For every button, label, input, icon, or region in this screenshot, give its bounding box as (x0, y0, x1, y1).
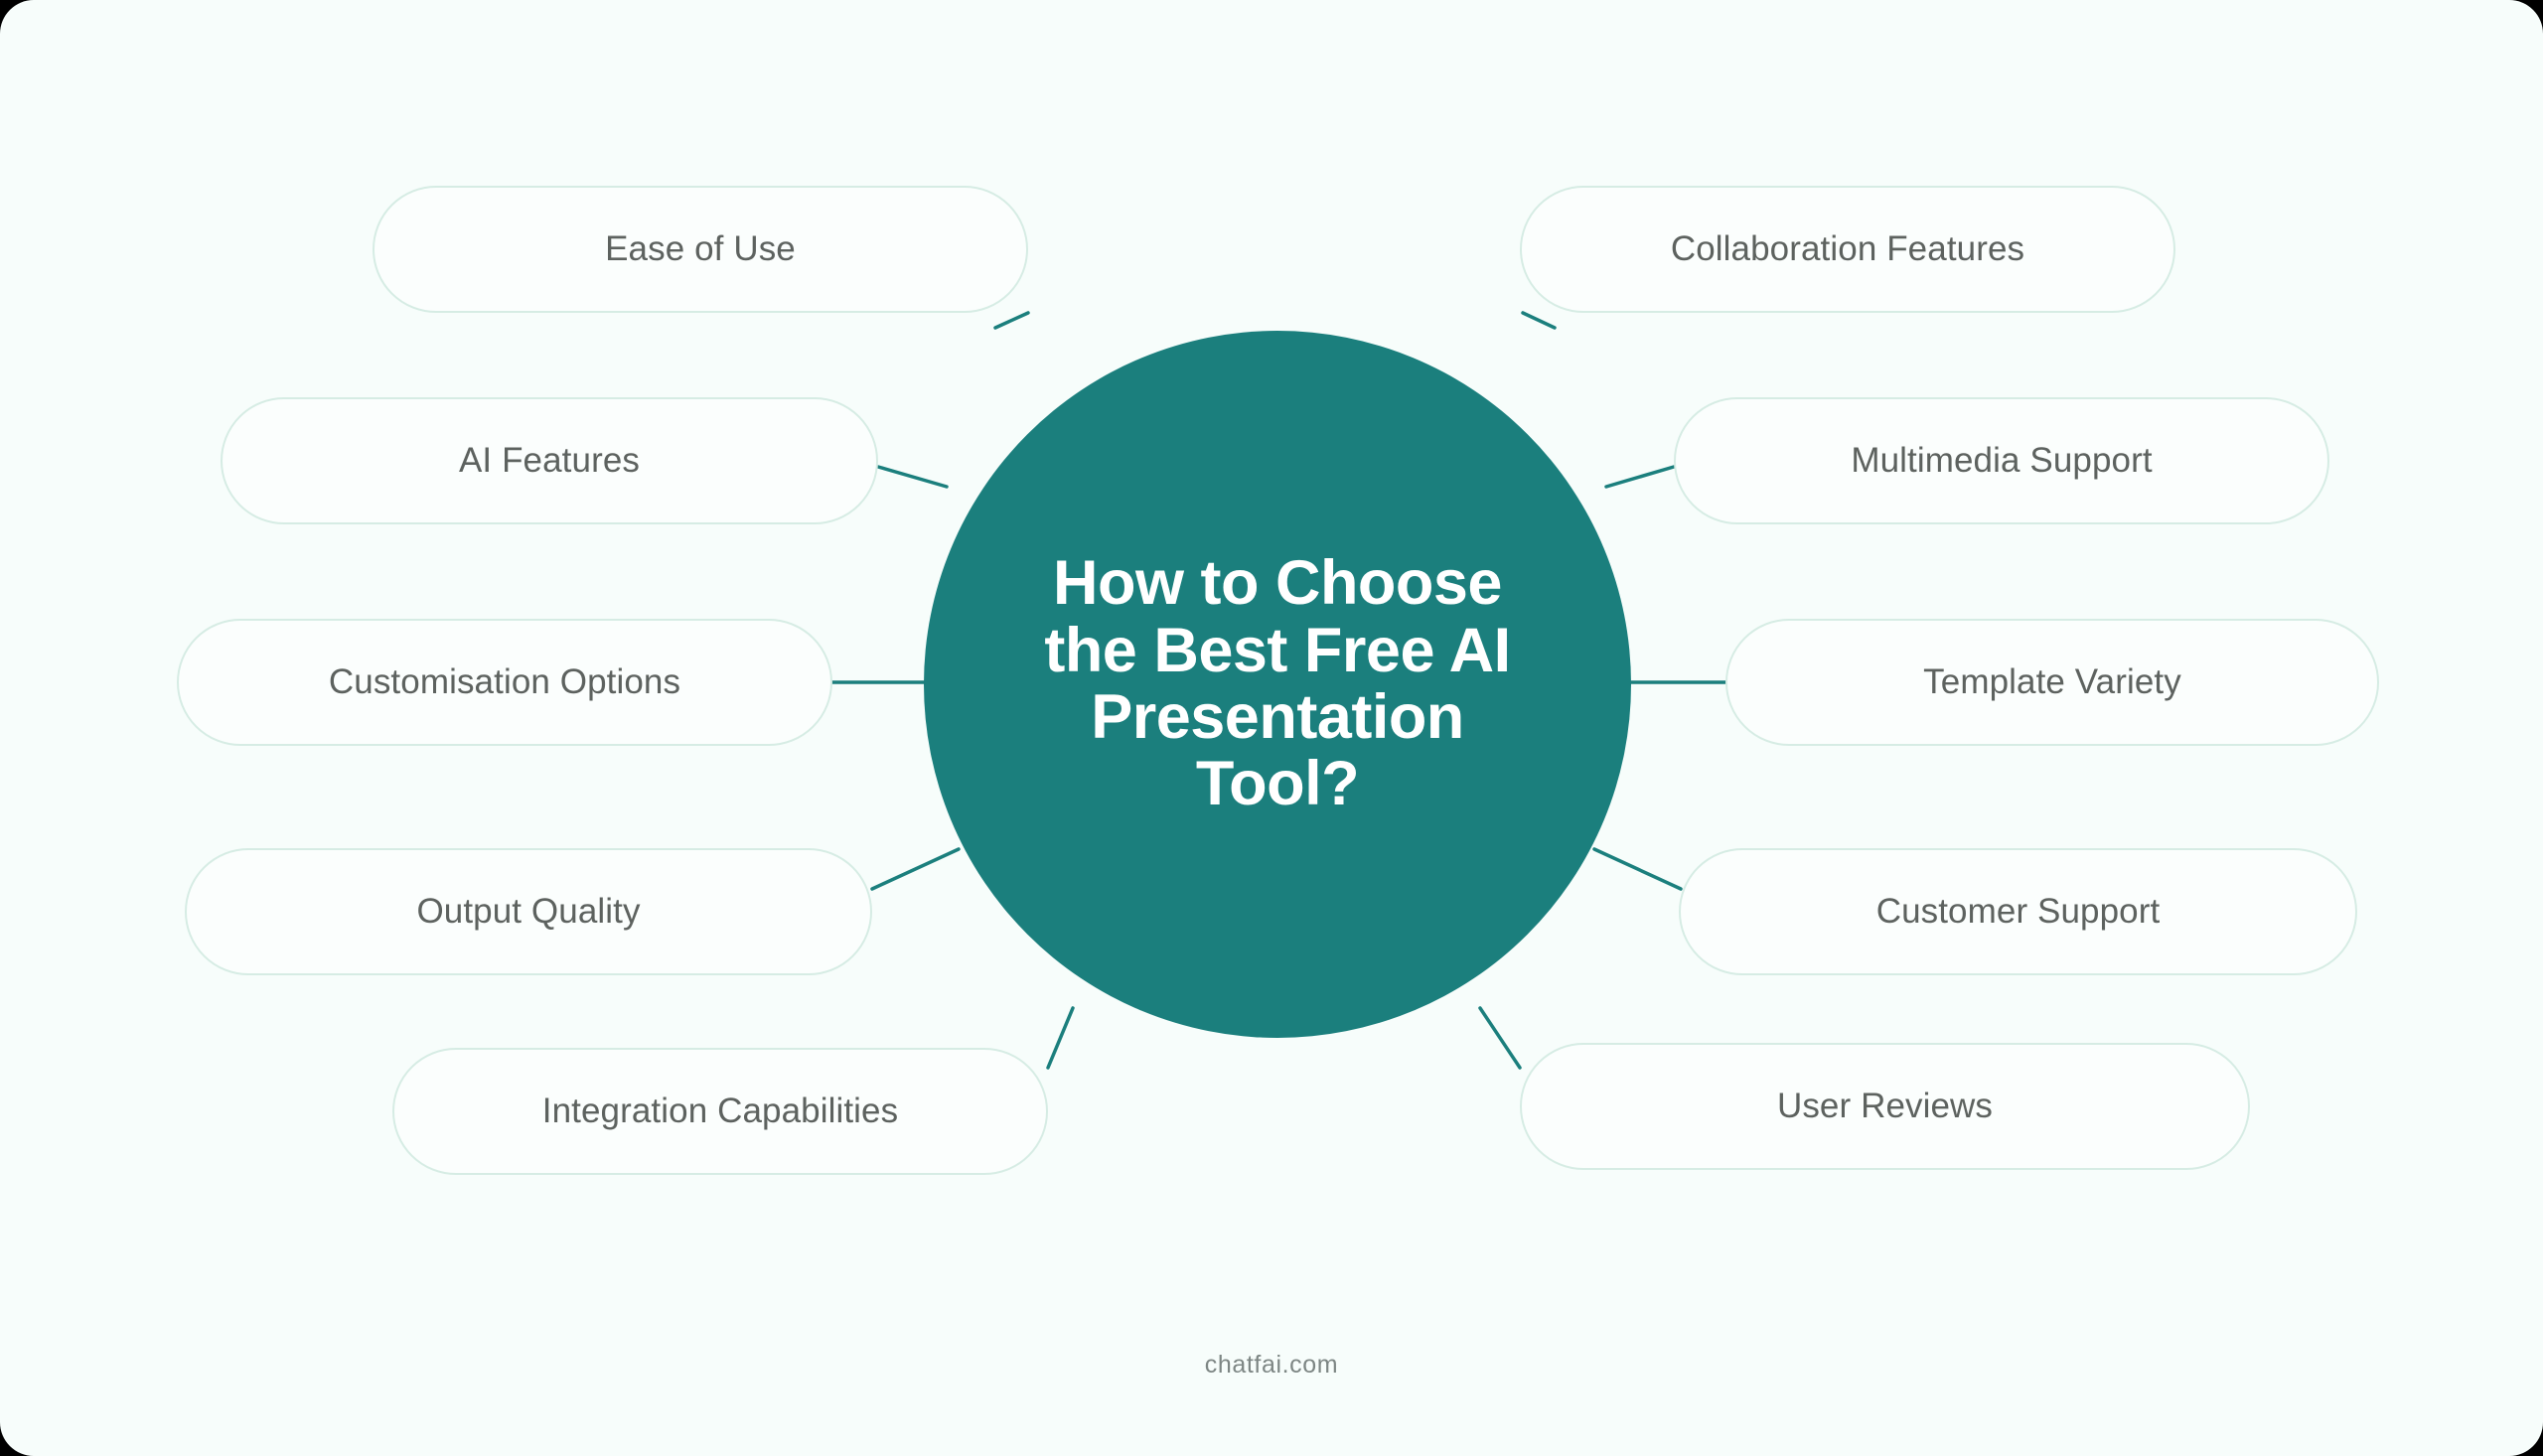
central-hub: How to Choose the Best Free AI Presentat… (924, 331, 1631, 1038)
branch-pill-multimedia-support[interactable]: Multimedia Support (1674, 397, 2329, 524)
connector-integration-capabilities (1046, 1006, 1075, 1070)
branch-pill-output-quality[interactable]: Output Quality (185, 848, 872, 975)
branch-label: User Reviews (1776, 1087, 1994, 1125)
connector-ease-of-use (993, 311, 1030, 330)
branch-pill-ai-features[interactable]: AI Features (221, 397, 878, 524)
hub-title: How to Choose the Best Free AI Presentat… (1044, 548, 1511, 819)
branch-pill-customisation-options[interactable]: Customisation Options (177, 619, 832, 746)
branch-label: Template Variety (1923, 662, 2181, 701)
branch-pill-user-reviews[interactable]: User Reviews (1520, 1043, 2250, 1170)
branch-label: Multimedia Support (1851, 441, 2153, 480)
branch-label: Integration Capabilities (541, 1092, 899, 1130)
branch-pill-ease-of-use[interactable]: Ease of Use (373, 186, 1028, 313)
branch-pill-customer-support[interactable]: Customer Support (1679, 848, 2357, 975)
branch-label: Customer Support (1875, 892, 2161, 931)
branch-label: Ease of Use (605, 229, 796, 268)
branch-label: AI Features (458, 441, 640, 480)
branch-label: Customisation Options (328, 662, 681, 701)
mindmap-canvas: How to Choose the Best Free AI Presentat… (0, 0, 2543, 1456)
branch-pill-template-variety[interactable]: Template Variety (1725, 619, 2379, 746)
branch-label: Collaboration Features (1670, 229, 2025, 268)
branch-pill-integration-capabilities[interactable]: Integration Capabilities (392, 1048, 1048, 1175)
footer-watermark: chatfai.com (1204, 1351, 1339, 1379)
connector-output-quality (870, 847, 961, 891)
connector-collaboration-features (1521, 311, 1557, 330)
branch-pill-collaboration-features[interactable]: Collaboration Features (1520, 186, 2175, 313)
connector-multimedia-support (1604, 465, 1676, 489)
connector-ai-features (876, 465, 949, 489)
branch-label: Output Quality (416, 892, 641, 931)
connector-user-reviews (1478, 1006, 1522, 1070)
connector-customer-support (1592, 847, 1683, 891)
